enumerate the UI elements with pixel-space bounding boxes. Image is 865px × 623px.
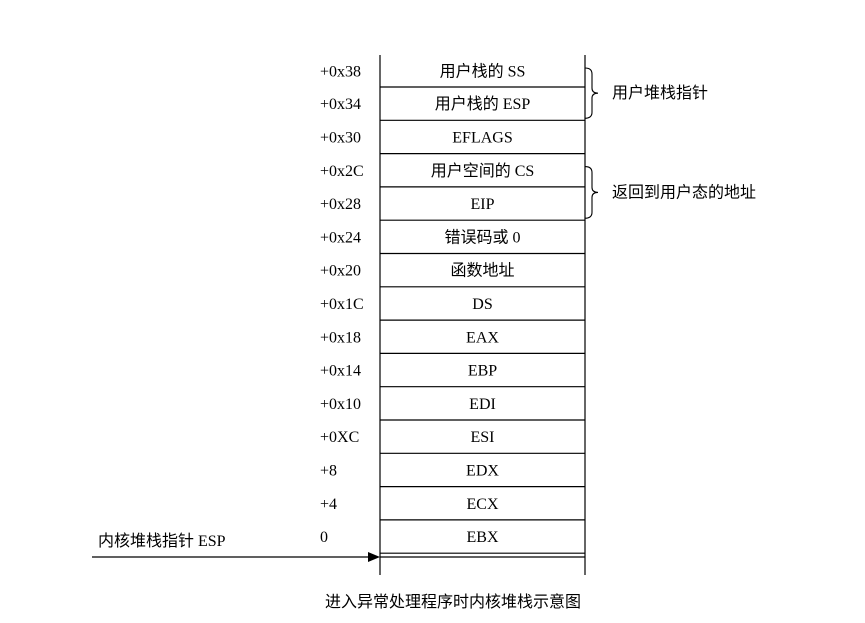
- stack-offset-label: +0x10: [320, 396, 361, 413]
- stack-offset-label: +0x2C: [320, 163, 364, 180]
- stack-cell-label: ESI: [471, 429, 495, 446]
- stack-cell-label: 用户空间的 CS: [431, 162, 535, 180]
- stack-offset-label: +4: [320, 496, 337, 513]
- stack-offset-label: +0x14: [320, 363, 361, 380]
- stack-cell-label: EFLAGS: [452, 129, 512, 146]
- stack-cell-label: EIP: [471, 196, 495, 213]
- stack-offset-label: +0x20: [320, 263, 361, 280]
- stack-offset-label: +8: [320, 462, 337, 479]
- stack-table: 用户栈的 SS 用户栈的 ESP EFLAGS 用户空间的 CS EIP 错误码或 0 函数…: [379, 55, 586, 575]
- stack-offset-label: 0: [320, 529, 328, 546]
- stack-cell-label: EDX: [466, 462, 499, 479]
- kernel-stack-diagram: 用户栈的 SS 用户栈的 ESP EFLAGS 用户空间的 CS EIP 错误码或 0 函数…: [92, 55, 756, 575]
- stack-cell-label: EDI: [469, 396, 496, 413]
- stack-cell-label: DS: [472, 296, 492, 313]
- brace: [584, 166, 599, 219]
- brace-annotations: 用户堆栈指针返回到用户态的地址: [584, 67, 756, 219]
- esp-arrow-head-icon: [368, 552, 380, 562]
- esp-pointer-label: 内核堆栈指针 ESP: [98, 532, 226, 550]
- stack-offset-label: +0x38: [320, 64, 361, 81]
- offset-column: +0x38 +0x34 +0x30 +0x2C +0x28 +0x24 +0x20 +0x1C…: [320, 64, 364, 547]
- stack-cell-label: 函数地址: [450, 262, 514, 280]
- stack-cell-label: EAX: [466, 329, 499, 346]
- stack-cell-label: ECX: [467, 496, 499, 513]
- stack-offset-label: +0XC: [320, 429, 359, 446]
- stack-cell-label: EBP: [468, 363, 497, 380]
- brace-label: 用户堆栈指针: [612, 83, 708, 102]
- caption-text: 进入异常处理程序时内核堆栈示意图: [325, 592, 582, 611]
- stack-offset-label: +0x34: [320, 96, 361, 113]
- stack-cell-label: 错误码或 0: [444, 228, 520, 246]
- esp-pointer: 内核堆栈指针 ESP: [92, 532, 380, 562]
- stack-offset-label: +0x30: [320, 129, 361, 146]
- stack-offset-label: +0x18: [320, 329, 361, 346]
- brace-label: 返回到用户态的地址: [612, 182, 756, 201]
- stack-cell-label: 用户栈的 ESP: [435, 95, 531, 113]
- stack-cell-label: EBX: [467, 529, 499, 546]
- stack-cell-label: 用户栈的 SS: [440, 63, 526, 81]
- brace: [584, 67, 599, 119]
- stack-offset-label: +0x24: [320, 229, 361, 246]
- stack-offset-label: +0x1C: [320, 296, 364, 313]
- stack-offset-label: +0x28: [320, 196, 361, 213]
